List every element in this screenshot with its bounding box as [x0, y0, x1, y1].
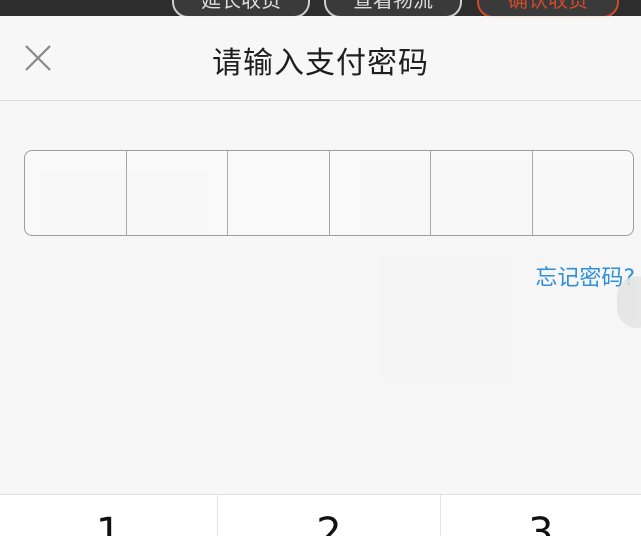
key-label: 2: [316, 510, 342, 536]
password-digit-cell: [127, 151, 228, 235]
payment-password-sheet: 请输入支付密码 忘记密码? 1 2 3: [0, 16, 641, 536]
screen: 延长收货 查看物流 确认收货 请输入支付密码 忘记密码? 1 2 3: [0, 0, 641, 536]
sheet-title: 请输入支付密码: [212, 46, 429, 81]
password-digit-cell: [431, 151, 533, 235]
password-digit-cell: [228, 151, 330, 235]
password-input[interactable]: [24, 150, 634, 236]
password-digit-cell: [533, 151, 634, 235]
key-label: 1: [95, 510, 122, 536]
password-digit-cell: [330, 151, 431, 235]
sheet-header: 请输入支付密码: [0, 16, 641, 101]
side-drawer-handle[interactable]: [617, 276, 641, 328]
key-label: 3: [528, 510, 554, 536]
key-3[interactable]: 3: [441, 495, 641, 536]
numeric-keypad: 1 2 3: [0, 494, 641, 536]
key-2[interactable]: 2: [218, 495, 441, 536]
key-1[interactable]: 1: [0, 495, 219, 536]
password-digit-cell: [25, 151, 127, 235]
